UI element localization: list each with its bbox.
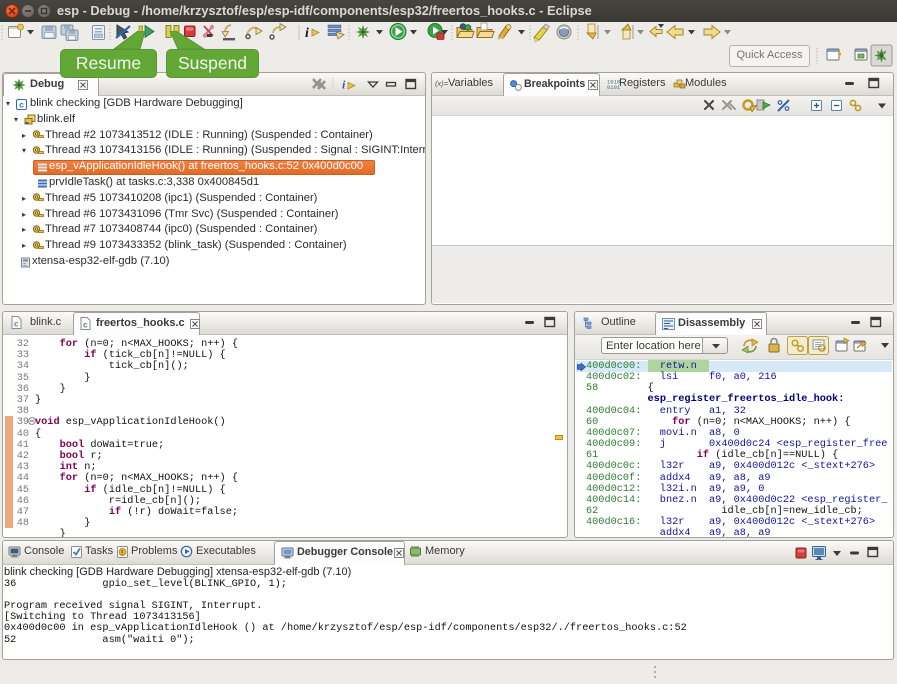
svg-text:c: c — [83, 321, 88, 330]
svg-text:!: ! — [121, 550, 123, 557]
svg-text:c: c — [14, 320, 19, 329]
svg-text:i: i — [342, 78, 346, 92]
svg-text:c: c — [19, 99, 24, 109]
svg-text:i: i — [305, 26, 309, 41]
